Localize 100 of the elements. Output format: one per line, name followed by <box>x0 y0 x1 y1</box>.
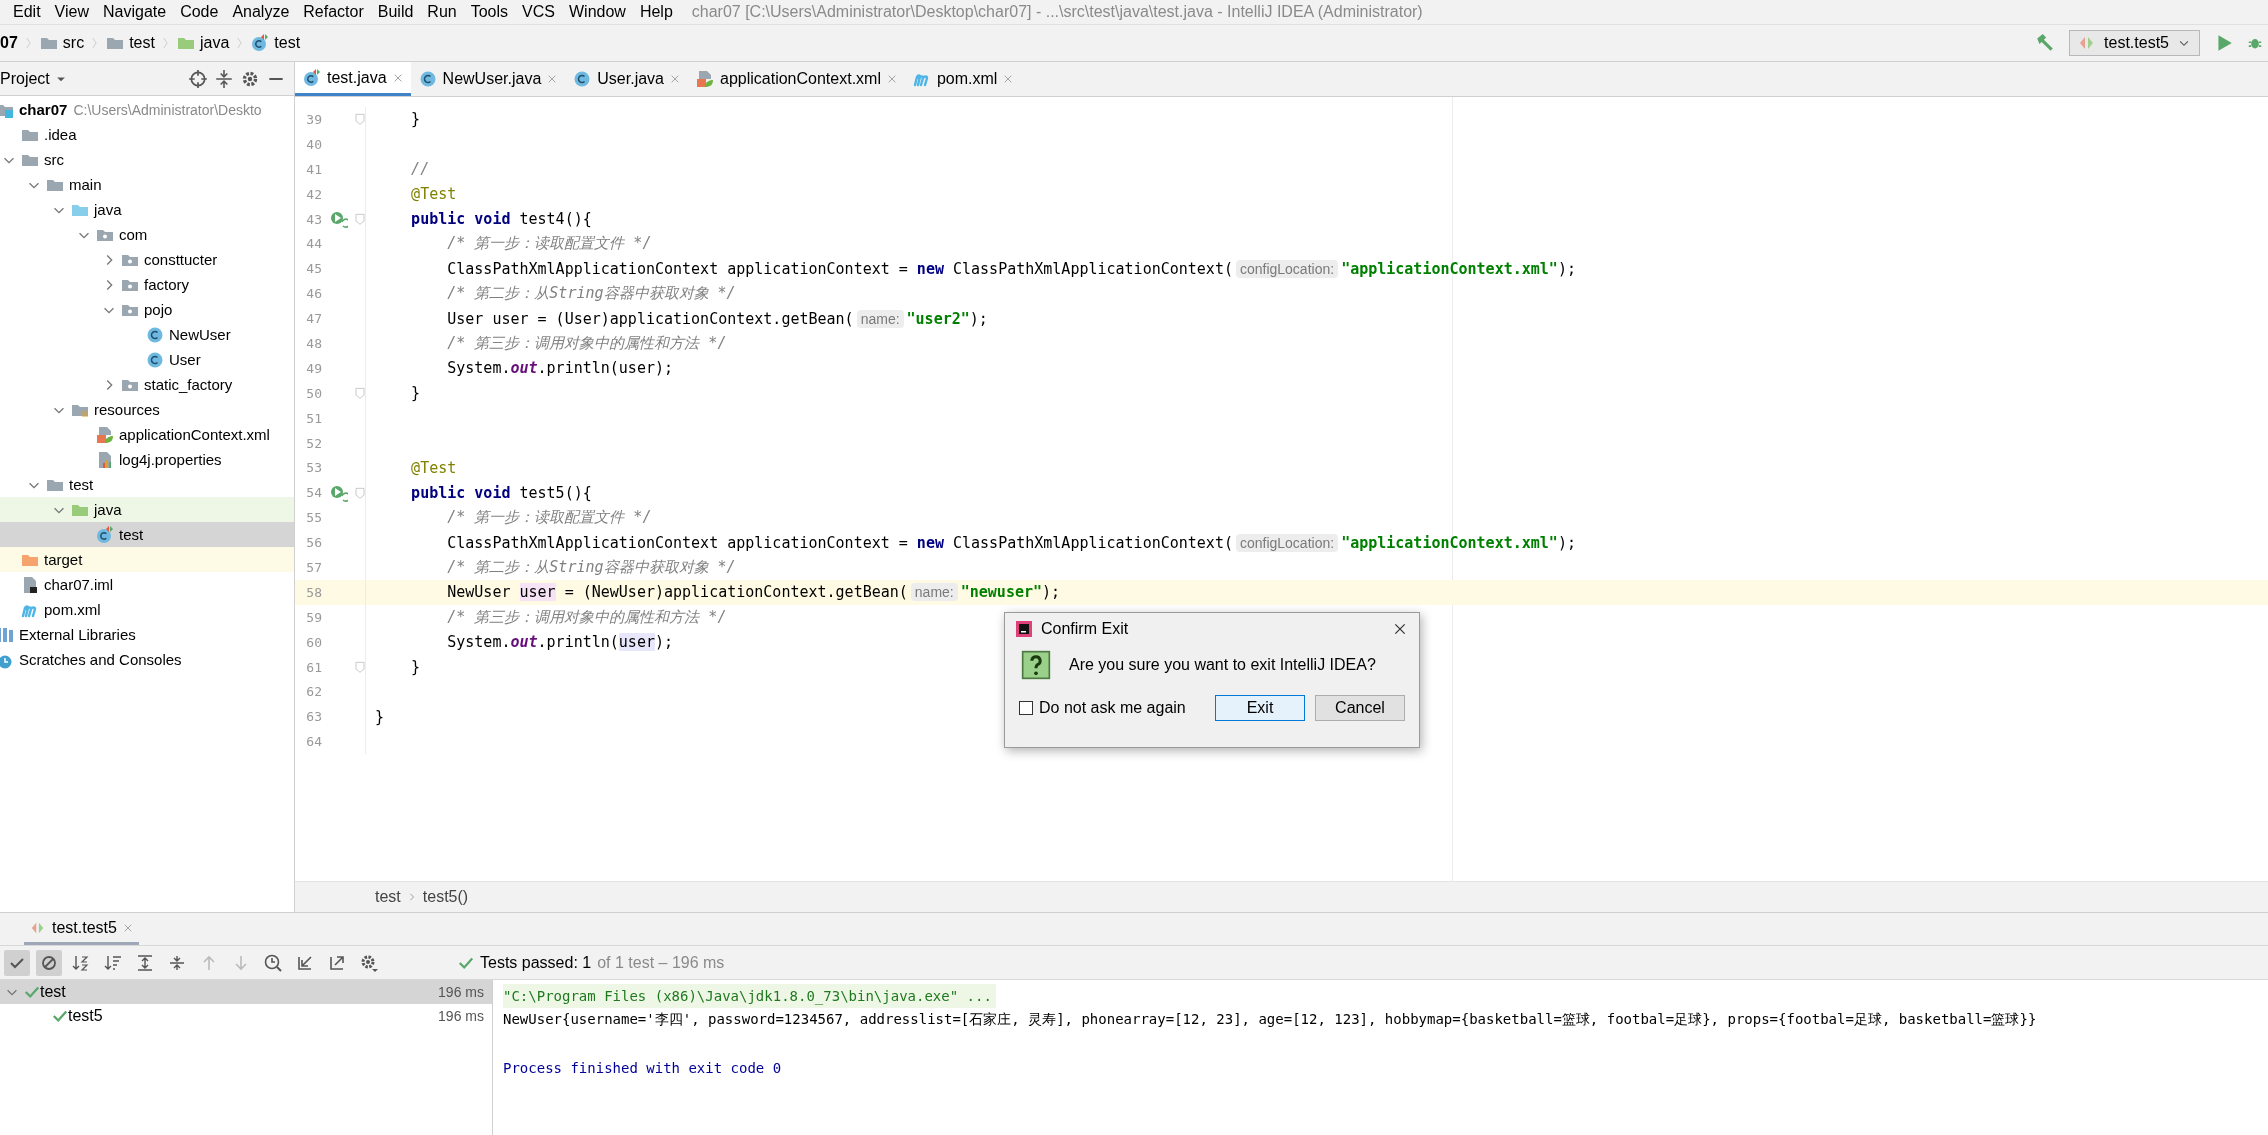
tree-item-label: static_factory <box>144 376 233 393</box>
code-line: ClassPathXmlApplicationContext applicationContext = new ClassPathXmlApplicationContext( configLocation: "applicationContext.xml"); <box>446 533 1576 552</box>
editor-tab[interactable]: pom.xml <box>904 62 1022 96</box>
tree-item[interactable]: pojo <box>0 297 294 322</box>
breadcrumb-item[interactable]: 07 <box>0 34 18 52</box>
tree-item[interactable]: char07.iml <box>0 572 294 597</box>
checkmark-icon[interactable] <box>4 949 30 976</box>
code-line: NewUser user = (NewUser)applicationContext.getBean( name: "newuser"); <box>446 583 1061 602</box>
editor-tab[interactable]: NewUser.java <box>410 62 566 96</box>
menu-item[interactable]: Navigate <box>95 3 174 21</box>
tree-item[interactable]: target <box>0 547 294 572</box>
tree-item[interactable]: .idea <box>0 122 294 147</box>
checkbox[interactable]: Do not ask me again <box>1019 699 1186 717</box>
tree-item-label: target <box>44 551 83 568</box>
dialog-button[interactable]: Cancel <box>1315 695 1405 721</box>
tree-item[interactable]: factory <box>0 272 294 297</box>
run-test-icon[interactable] <box>330 210 348 228</box>
tree-item[interactable]: User <box>0 347 294 372</box>
tree-item[interactable]: java <box>0 197 294 222</box>
tree-item-label: .idea <box>44 126 77 143</box>
tree-item-label: test <box>119 526 144 543</box>
code-line: /* 第三步：调用对象中的属性和方法 */ <box>446 333 727 353</box>
code-line: User user = (User)applicationContext.getBean( name: "user2"); <box>446 309 988 328</box>
test-tree-item[interactable]: test5 196 ms <box>0 1004 492 1028</box>
menu-item[interactable]: Run <box>420 3 464 21</box>
menu-item[interactable]: Tools <box>463 3 516 21</box>
editor-tab[interactable]: User.java <box>565 62 688 96</box>
tree-item[interactable]: com <box>0 222 294 247</box>
menu-item[interactable]: Window <box>561 3 633 21</box>
line-number: 50 <box>305 385 322 401</box>
code-line: /* 第三步：调用对象中的属性和方法 */ <box>446 607 727 627</box>
spring-xml-file-icon <box>696 70 714 88</box>
menu-item[interactable]: Code <box>173 3 226 21</box>
breadcrumb-item[interactable]: test5() <box>422 888 469 906</box>
dialog-title: Confirm Exit <box>1041 620 1129 638</box>
tree-item-label: char07.iml <box>44 576 114 593</box>
close-icon[interactable] <box>1393 622 1407 636</box>
line-number: 55 <box>305 510 322 526</box>
line-number: 51 <box>305 410 322 426</box>
line-number: 60 <box>305 634 322 650</box>
fold-marker-icon[interactable] <box>354 485 366 500</box>
tree-item[interactable]: log4j.properties <box>0 447 294 472</box>
tree-item-label: char07 <box>19 101 68 118</box>
tree-item-path: C:\Users\Administrator\Deskto <box>73 101 262 118</box>
test-name: test <box>40 983 66 1001</box>
test-tree-item[interactable]: test 196 ms <box>0 980 492 1004</box>
tree-item[interactable]: Scratches and Consoles <box>0 647 294 672</box>
editor-tab[interactable]: test.java <box>295 62 411 96</box>
menu-item[interactable]: Build <box>370 3 421 21</box>
line-number: 47 <box>305 311 322 327</box>
run-tab[interactable]: test.test5 <box>24 913 139 945</box>
fold-marker-icon[interactable] <box>354 112 366 127</box>
breadcrumb-item[interactable]: test <box>129 34 155 52</box>
breadcrumb-item[interactable]: src <box>62 34 85 52</box>
code-line: public void test5(){ <box>410 483 592 502</box>
locate-target-icon[interactable] <box>188 68 208 89</box>
breadcrumb-item[interactable]: test <box>375 888 401 906</box>
tree-item[interactable]: char07 C:\Users\Administrator\Deskto <box>0 97 294 122</box>
tree-item-label: External Libraries <box>19 626 136 643</box>
tree-item[interactable]: main <box>0 172 294 197</box>
code-line: } <box>410 110 421 129</box>
run-test-icon[interactable] <box>330 483 348 502</box>
tree-item[interactable]: static_factory <box>0 372 294 397</box>
tree-item[interactable]: pom.xml <box>0 597 294 622</box>
menu-item[interactable]: VCS <box>515 3 562 21</box>
code-line: // <box>410 160 430 179</box>
dialog-button[interactable]: Exit <box>1215 695 1305 721</box>
line-number: 41 <box>305 161 322 177</box>
tree-item[interactable]: applicationContext.xml <box>0 422 294 447</box>
tree-item[interactable]: java <box>0 497 294 522</box>
editor-tab[interactable]: applicationContext.xml <box>688 62 905 96</box>
fold-marker-icon[interactable] <box>354 386 366 401</box>
tree-item-label: java <box>94 501 122 518</box>
collapse-all-icon[interactable] <box>214 68 234 89</box>
breadcrumb-item[interactable]: test <box>274 34 301 52</box>
menu-item[interactable]: Analyze <box>225 3 297 21</box>
class-icon <box>146 325 164 344</box>
line-number: 61 <box>305 659 322 675</box>
panel-title[interactable]: Project <box>0 69 50 88</box>
breadcrumb-item[interactable]: java <box>199 34 230 52</box>
tree-item[interactable]: test <box>0 522 294 547</box>
tree-item[interactable]: consttucter <box>0 247 294 272</box>
tree-item[interactable]: External Libraries <box>0 622 294 647</box>
line-number: 62 <box>305 684 322 700</box>
tree-item[interactable]: NewUser <box>0 322 294 347</box>
run-configuration-dropdown[interactable]: test.test5 <box>2069 30 2200 56</box>
menu-item[interactable]: Help <box>632 3 680 21</box>
tree-item[interactable]: src <box>0 147 294 172</box>
build-hammer-icon[interactable] <box>2035 33 2056 53</box>
menu-item[interactable]: View <box>47 3 96 21</box>
console-line: Process finished with exit code 0 <box>503 1059 782 1078</box>
properties-file-icon <box>96 450 114 469</box>
status-text: Tests passed: 1 <box>480 953 592 972</box>
fold-marker-icon[interactable] <box>354 212 366 226</box>
tree-item-label: src <box>44 151 64 168</box>
tree-item[interactable]: test <box>0 472 294 497</box>
tree-item[interactable]: resources <box>0 397 294 422</box>
menu-item[interactable]: Edit <box>6 3 48 21</box>
menu-item[interactable]: Refactor <box>296 3 371 21</box>
fold-marker-icon[interactable] <box>354 660 366 675</box>
